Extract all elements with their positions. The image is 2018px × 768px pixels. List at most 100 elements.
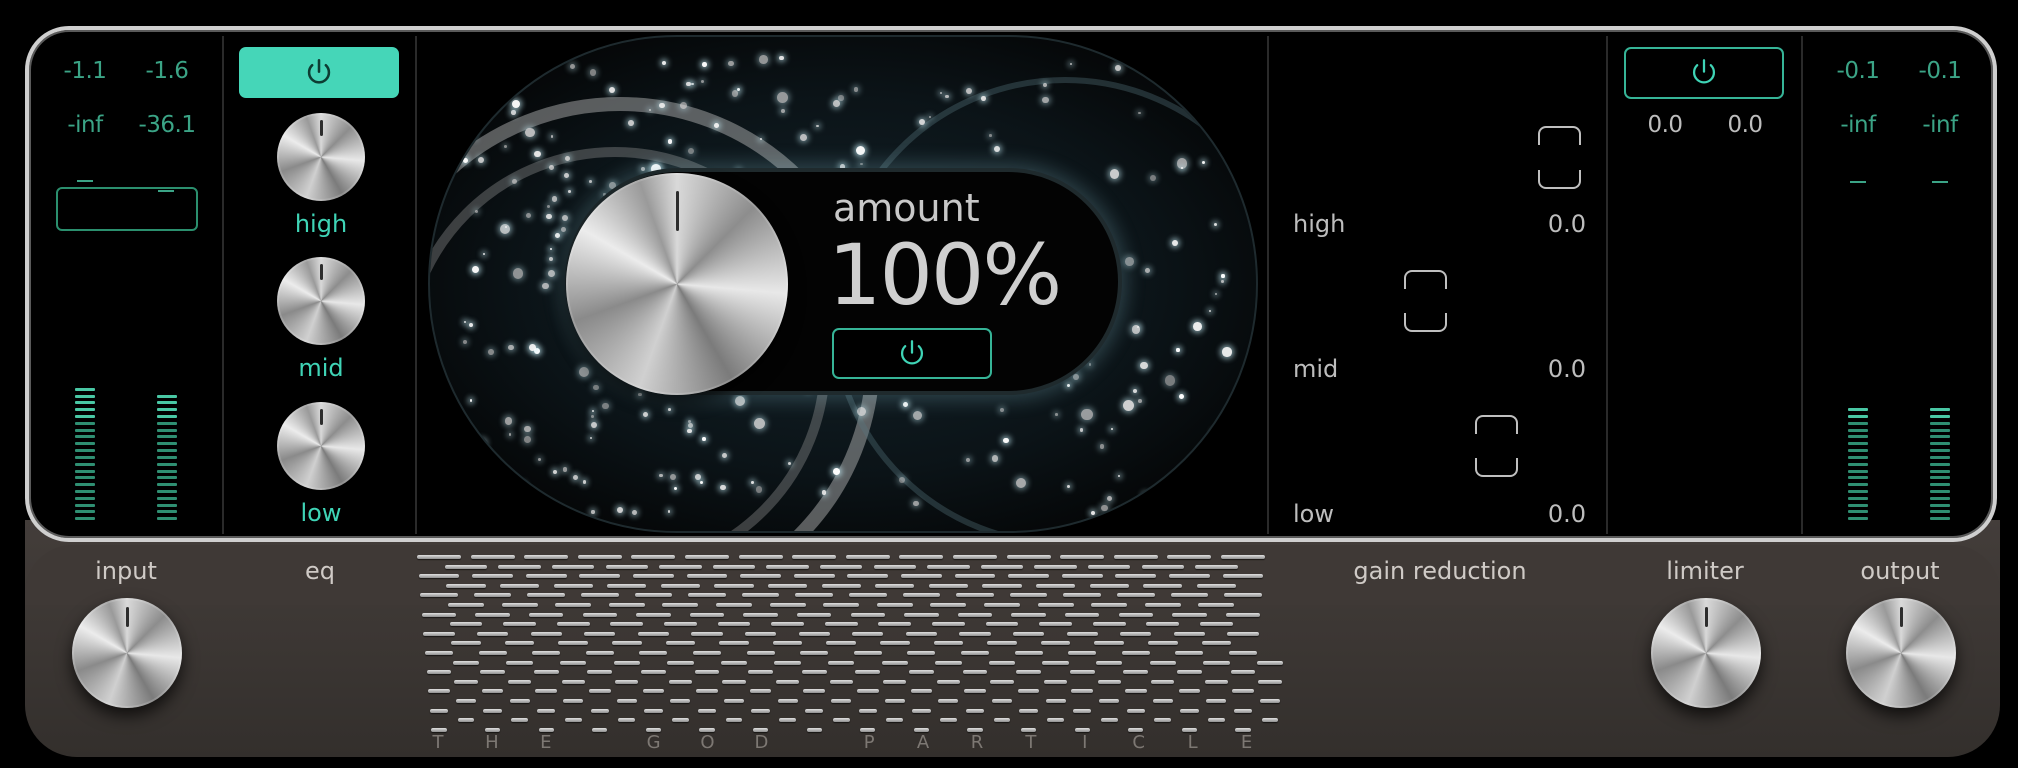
grille-slot — [610, 622, 644, 627]
meter-segment — [1930, 442, 1950, 446]
grille-slot — [1258, 679, 1282, 684]
meter-segment — [157, 408, 177, 412]
grille-slot — [1149, 660, 1176, 665]
meter-segment — [1930, 401, 1950, 404]
grille-slot — [637, 631, 669, 636]
grille-slot — [642, 689, 665, 694]
gr-high-handle[interactable] — [1538, 126, 1581, 189]
grille-slot — [1195, 564, 1238, 569]
particle — [504, 417, 513, 425]
grille-slot — [1123, 670, 1149, 675]
eq-mid-knob[interactable] — [277, 257, 365, 345]
gr-mid-handle[interactable] — [1404, 270, 1447, 332]
limiter-power-button[interactable] — [1624, 47, 1784, 99]
output-peak-left: -0.1 — [1836, 58, 1880, 84]
particle — [691, 82, 694, 86]
grille-slot — [961, 651, 989, 655]
grille-slot — [1069, 670, 1095, 675]
amount-power-button[interactable] — [832, 328, 992, 379]
brand-letter: R — [970, 732, 984, 753]
meter-segment — [75, 510, 95, 514]
grille-slot — [1092, 622, 1126, 627]
meter-segment — [1848, 326, 1868, 329]
meter-segment — [1930, 469, 1950, 473]
eq-low-knob[interactable] — [277, 402, 365, 490]
particle — [1220, 280, 1224, 284]
grille-slot — [1063, 593, 1101, 598]
grille-slot — [719, 641, 749, 646]
particle — [1164, 375, 1176, 386]
particle — [462, 157, 468, 163]
meter-segment — [1848, 347, 1868, 350]
meter-segment — [1848, 462, 1868, 466]
particle — [511, 110, 516, 115]
meter-segment — [1930, 455, 1950, 459]
limiter-knob[interactable] — [1651, 598, 1761, 708]
grille-slot — [618, 718, 636, 723]
grille-slot — [899, 555, 944, 559]
meter-segment — [1848, 340, 1868, 343]
meter-segment — [75, 367, 95, 370]
meter-segment — [1930, 517, 1950, 521]
grille-slot — [725, 718, 743, 723]
particle — [1144, 268, 1150, 274]
grille-slot — [1089, 583, 1129, 588]
amount-knob[interactable] — [566, 173, 788, 395]
input-peak-left: -1.1 — [63, 58, 107, 84]
grille-slot — [800, 651, 829, 655]
input-rms-right: -36.1 — [138, 112, 196, 138]
power-icon — [307, 58, 331, 84]
brand-letter: T — [432, 732, 444, 753]
grille-slot — [421, 612, 457, 617]
brand-letter: E — [540, 732, 552, 753]
output-knob[interactable] — [1846, 598, 1956, 708]
meter-segment — [1930, 326, 1950, 329]
grille-slot — [776, 679, 800, 684]
input-knob[interactable] — [72, 598, 182, 708]
grille-slot — [876, 603, 913, 607]
particle — [759, 137, 762, 140]
particle — [567, 190, 571, 193]
grille-slot — [881, 660, 908, 665]
grille-slot — [936, 679, 960, 684]
meter-segment — [75, 387, 95, 391]
particle — [1090, 510, 1095, 515]
particle — [1213, 222, 1217, 226]
particle — [754, 417, 766, 429]
gr-low-handle[interactable] — [1475, 415, 1518, 477]
eq-power-button[interactable] — [239, 47, 399, 98]
particle — [993, 145, 1000, 152]
input-clip-indicator[interactable] — [56, 187, 198, 231]
particle — [781, 109, 786, 114]
particle — [679, 102, 687, 109]
grille-slot — [1125, 689, 1147, 694]
grille-slot — [801, 670, 827, 675]
grille-slot — [1141, 564, 1184, 569]
grille-slot — [1206, 699, 1227, 703]
grille-slot — [581, 593, 619, 598]
grille-slot — [563, 699, 584, 703]
particle — [590, 422, 597, 429]
particle — [642, 411, 648, 417]
particle — [1142, 492, 1148, 498]
meter-segment — [157, 347, 177, 350]
particle — [1137, 399, 1142, 403]
grille-slot — [660, 583, 700, 588]
eq-high-knob[interactable] — [277, 113, 365, 201]
meter-segment — [157, 388, 177, 391]
particle — [855, 145, 866, 155]
grille-slot — [561, 679, 585, 684]
grille-slot — [446, 583, 486, 588]
grille-slot — [724, 699, 744, 703]
particle — [1161, 52, 1166, 56]
grille-slot — [984, 603, 1020, 607]
particle — [591, 410, 594, 413]
particle — [525, 127, 535, 138]
grille-slot — [901, 574, 942, 579]
meter-segment — [1930, 476, 1950, 480]
grille-slot — [483, 708, 502, 713]
meter-segment — [75, 320, 95, 323]
grille-slot — [1073, 708, 1092, 713]
grille-slot — [506, 660, 533, 665]
particle — [560, 226, 566, 232]
